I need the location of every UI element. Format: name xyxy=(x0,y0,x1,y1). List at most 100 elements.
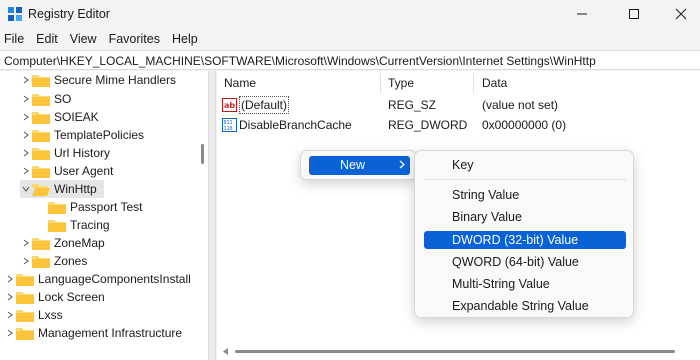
folder-icon xyxy=(32,128,50,142)
tree-item-label: Management Infrastructure xyxy=(38,326,183,340)
address-bar[interactable]: Computer\HKEY_LOCAL_MACHINE\SOFTWARE\Mic… xyxy=(0,50,700,70)
tree-item[interactable]: SO xyxy=(20,90,71,108)
tree-item-label: Lxss xyxy=(38,308,63,322)
submenu-item-qword-value[interactable]: QWORD (64-bit) Value xyxy=(424,253,626,271)
title-bar: Registry Editor xyxy=(0,0,700,28)
maximize-button[interactable] xyxy=(611,0,657,28)
tree-item-label: TemplatePolicies xyxy=(54,128,145,142)
submenu-item-label: Expandable String Value xyxy=(452,299,589,313)
folder-icon xyxy=(16,290,34,304)
minimize-button[interactable] xyxy=(559,0,605,28)
chevron-right-icon[interactable] xyxy=(20,71,32,89)
chevron-right-icon[interactable] xyxy=(4,306,16,324)
folder-icon xyxy=(32,164,50,178)
tree-item-selected[interactable]: WinHttp xyxy=(20,180,104,198)
new-menu-label: New xyxy=(340,158,366,172)
maximize-icon xyxy=(629,9,639,19)
context-menu: New xyxy=(300,150,417,180)
submenu-item-key[interactable]: Key xyxy=(424,156,626,174)
tree-item[interactable]: SOIEAK xyxy=(20,108,99,126)
folder-icon xyxy=(16,272,34,286)
new-menu-item[interactable]: New xyxy=(309,156,410,175)
chevron-right-icon[interactable] xyxy=(20,234,32,252)
tree-item[interactable]: Management Infrastructure xyxy=(4,324,182,342)
address-path[interactable]: Computer\HKEY_LOCAL_MACHINE\SOFTWARE\Mic… xyxy=(4,54,596,68)
tree-item[interactable]: Lxss xyxy=(4,306,63,324)
chevron-right-icon[interactable] xyxy=(4,270,16,288)
column-divider[interactable] xyxy=(473,73,474,93)
tree-item-label: Tracing xyxy=(70,218,110,232)
folder-icon xyxy=(32,92,50,106)
submenu-item-label: DWORD (32-bit) Value xyxy=(452,233,579,247)
folder-icon xyxy=(48,218,66,232)
horizontal-scrollbar-thumb[interactable] xyxy=(235,350,675,353)
close-button[interactable] xyxy=(658,0,700,28)
tree-item[interactable]: TemplatePolicies xyxy=(20,126,144,144)
new-submenu: Key String Value Binary Value DWORD (32-… xyxy=(414,150,634,318)
menu-file[interactable]: File xyxy=(4,29,24,49)
registry-editor-icon xyxy=(8,7,22,21)
chevron-right-icon[interactable] xyxy=(4,324,16,342)
submenu-item-multi-string-value[interactable]: Multi-String Value xyxy=(424,275,626,293)
tree-item-label: Zones xyxy=(54,254,88,268)
tree-item[interactable]: Tracing xyxy=(48,216,110,234)
value-name: DisableBranchCache xyxy=(239,118,352,132)
menu-edit[interactable]: Edit xyxy=(36,29,58,49)
tree-item-label: Passport Test xyxy=(70,200,143,214)
tree-item[interactable]: Url History xyxy=(20,144,110,162)
folder-icon xyxy=(32,146,50,160)
chevron-right-icon[interactable] xyxy=(20,162,32,180)
key-tree: Secure Mime Handlers SO SOIEAK TemplateP… xyxy=(0,71,208,360)
value-data: (value not set) xyxy=(482,98,559,112)
submenu-item-string-value[interactable]: String Value xyxy=(424,186,626,204)
value-data: 0x00000000 (0) xyxy=(482,118,567,132)
chevron-right-icon[interactable] xyxy=(20,126,32,144)
chevron-right-icon[interactable] xyxy=(20,252,32,270)
submenu-item-label: Binary Value xyxy=(452,210,522,224)
value-row[interactable]: ab (Default) REG_SZ (value not set) xyxy=(217,95,700,115)
values-horizontal-scrollbar[interactable] xyxy=(217,343,700,360)
submenu-item-dword-value[interactable]: DWORD (32-bit) Value xyxy=(424,231,626,249)
pane-splitter[interactable] xyxy=(208,71,216,360)
tree-item[interactable]: Secure Mime Handlers xyxy=(20,71,176,89)
menu-bar: File Edit View Favorites Help xyxy=(0,29,700,49)
column-header-data[interactable]: Data xyxy=(482,71,507,95)
tree-item[interactable]: Zones xyxy=(20,252,87,270)
submenu-item-binary-value[interactable]: Binary Value xyxy=(424,208,626,226)
chevron-right-icon[interactable] xyxy=(20,144,32,162)
tree-scrollbar[interactable] xyxy=(197,71,208,360)
menu-view[interactable]: View xyxy=(70,29,97,49)
menu-help[interactable]: Help xyxy=(172,29,198,49)
binary-value-icon: 011 110 xyxy=(222,118,237,132)
submenu-item-label: Key xyxy=(452,158,474,172)
value-name: (Default) xyxy=(239,96,290,114)
tree-item[interactable]: Passport Test xyxy=(48,198,142,216)
menu-favorites[interactable]: Favorites xyxy=(109,29,160,49)
minimize-icon xyxy=(577,13,587,15)
value-row[interactable]: 011 110 DisableBranchCache REG_DWORD 0x0… xyxy=(217,115,700,135)
folder-open-icon xyxy=(32,182,50,196)
tree-item-label: WinHttp xyxy=(54,182,97,196)
tree-item[interactable]: LanguageComponentsInstall xyxy=(4,270,191,288)
tree-item-label: SOIEAK xyxy=(54,110,99,124)
value-type: REG_SZ xyxy=(388,98,437,112)
chevron-right-icon[interactable] xyxy=(4,288,16,306)
close-icon xyxy=(675,8,687,20)
column-divider[interactable] xyxy=(380,73,381,93)
tree-item[interactable]: Lock Screen xyxy=(4,288,105,306)
submenu-item-label: String Value xyxy=(452,188,520,202)
tree-scrollbar-thumb[interactable] xyxy=(201,144,204,164)
chevron-right-icon[interactable] xyxy=(20,108,32,126)
column-header-type[interactable]: Type xyxy=(388,71,414,95)
tree-item[interactable]: ZoneMap xyxy=(20,234,105,252)
svg-text:110: 110 xyxy=(224,126,233,132)
window-title: Registry Editor xyxy=(28,7,110,21)
tree-item[interactable]: User Agent xyxy=(20,162,113,180)
registry-editor-window: Registry Editor File Edit View Favorites… xyxy=(0,0,700,360)
submenu-item-expandable-string-value[interactable]: Expandable String Value xyxy=(424,297,626,315)
column-header-name[interactable]: Name xyxy=(224,71,256,95)
scroll-left-icon[interactable] xyxy=(223,348,229,355)
tree-item-label: Url History xyxy=(54,146,110,160)
chevron-right-icon[interactable] xyxy=(20,90,32,108)
chevron-down-icon[interactable] xyxy=(20,180,32,198)
